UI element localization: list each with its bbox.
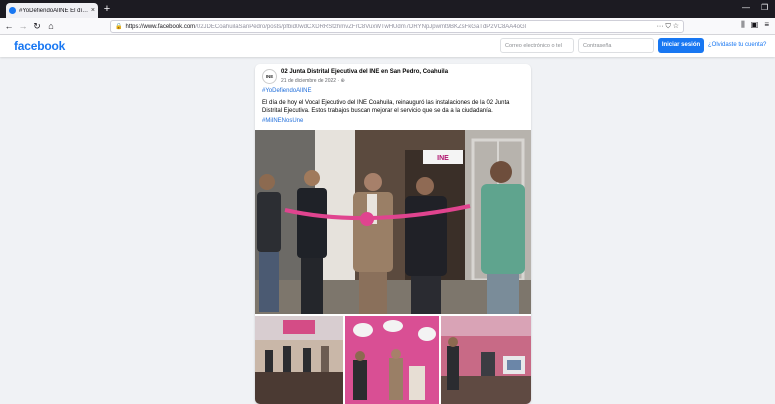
url-host: https://www.facebook.com — [125, 23, 196, 30]
tab-title: #YoDefiendoAlINE El día de ho — [19, 7, 89, 14]
thumbnail-1[interactable] — [255, 316, 343, 404]
facebook-logo[interactable]: facebook — [14, 39, 65, 53]
facebook-favicon-icon — [9, 7, 16, 14]
ribbon-bow — [360, 212, 374, 226]
browser-tab[interactable]: #YoDefiendoAlINE El día de ho × — [6, 3, 98, 18]
ribbon-cutting-photo: INE — [255, 130, 531, 314]
office-photo — [441, 316, 531, 404]
reload-icon[interactable]: ↻ — [32, 21, 42, 31]
url-bar[interactable]: 🔒 https://www.facebook.com /02JDECoahuil… — [110, 20, 684, 33]
sidebar-icon[interactable]: ▣ — [751, 20, 759, 30]
tab-close-icon[interactable]: × — [91, 7, 95, 14]
forgot-account-link[interactable]: ¿Olvidaste tu cuenta? — [708, 42, 766, 48]
hashtag-link[interactable]: #YoDefiendoAlINE — [262, 88, 311, 94]
lock-icon: 🔒 — [115, 24, 123, 30]
person-3 — [353, 173, 393, 314]
pink-wall-photo — [345, 316, 439, 404]
person-4 — [405, 177, 447, 314]
login-button[interactable]: Iniciar sesión — [658, 38, 704, 53]
library-icon[interactable]: ⫼ — [741, 20, 745, 30]
forward-icon[interactable]: → — [18, 21, 28, 31]
ine-sign: INE — [437, 155, 449, 162]
new-tab-button[interactable]: + — [101, 3, 113, 15]
back-icon[interactable]: ← — [4, 21, 14, 31]
thumbnail-2[interactable] — [345, 316, 439, 404]
facebook-header: facebook Correo electrónico o tel Contra… — [0, 35, 775, 57]
url-path: /02JDECoahuilaSanPedro/posts/pfbid0wdCXD… — [195, 23, 526, 30]
browser-tab-bar: #YoDefiendoAlINE El día de ho × + — ❐ — [0, 0, 775, 18]
post-author[interactable]: 02 Junta Distrital Ejecutiva del INE en … — [281, 69, 448, 75]
post-main-photo[interactable]: INE — [255, 130, 531, 314]
toolbar-buttons: ⫼ ▣ ≡ — [741, 20, 769, 30]
home-icon[interactable]: ⌂ — [46, 21, 56, 31]
menu-icon[interactable]: ≡ — [764, 20, 769, 30]
thumbnail-3[interactable] — [441, 316, 531, 404]
post-text: El día de hoy el Vocal Ejecutivo del INE… — [262, 100, 510, 114]
password-field[interactable]: Contraseña — [578, 38, 654, 53]
avatar[interactable]: INE — [262, 69, 277, 84]
minimize-icon[interactable]: — — [742, 3, 750, 12]
hashtag-link-2[interactable]: #MiINENosUne — [262, 118, 303, 124]
person-1 — [257, 174, 281, 312]
post-thumbnails — [255, 316, 531, 404]
email-field[interactable]: Correo electrónico o tel — [500, 38, 574, 53]
person-2 — [297, 170, 327, 314]
browser-nav-bar: ← → ↻ ⌂ 🔒 https://www.facebook.com /02JD… — [0, 18, 775, 35]
url-actions[interactable]: ··· ⛉ ☆ — [657, 22, 679, 31]
post-card: INE 02 Junta Distrital Ejecutiva del INE… — [255, 64, 531, 404]
maximize-icon[interactable]: ❐ — [761, 3, 768, 12]
meeting-room-photo — [255, 316, 343, 404]
post-date[interactable]: 21 de diciembre de 2022 · ⊕ — [281, 78, 345, 84]
